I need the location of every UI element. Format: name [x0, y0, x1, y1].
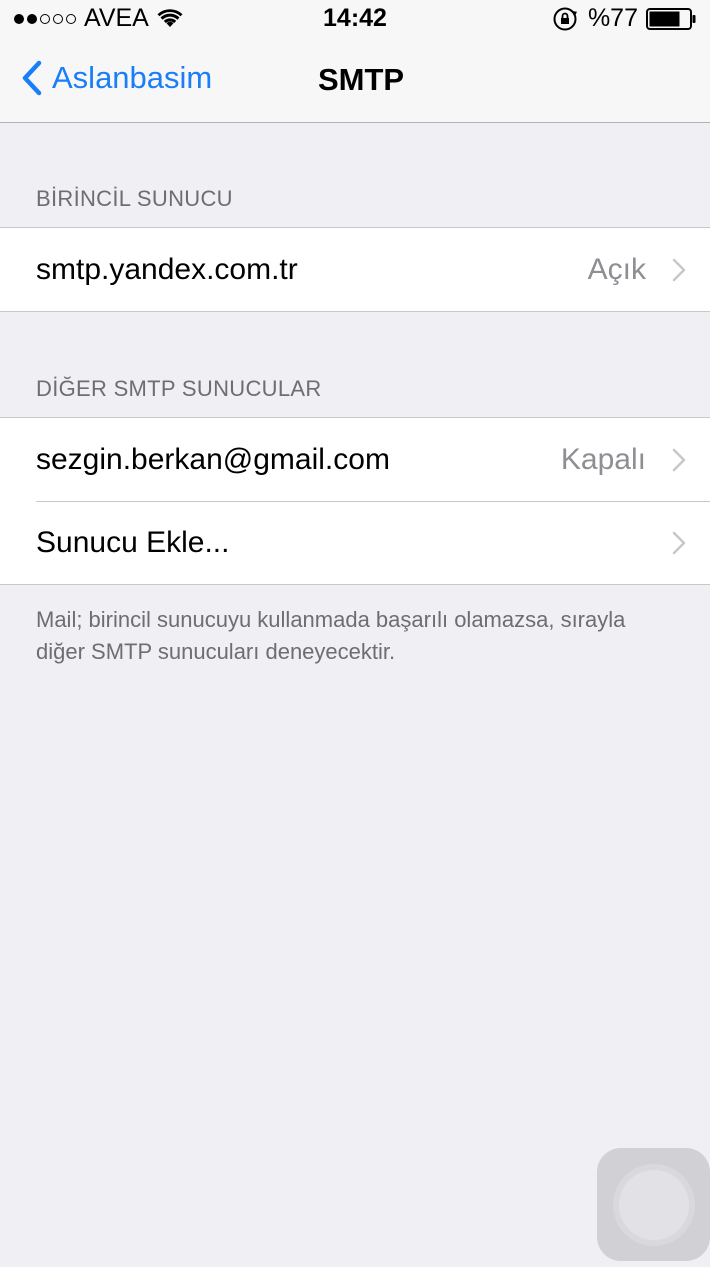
row-label: Sunucu Ekle... [36, 525, 230, 559]
status-right: %77 [552, 4, 696, 33]
section-header-primary: BİRİNCİL SUNUCU [36, 186, 233, 211]
chevron-right-icon [672, 258, 686, 281]
row-status: Açık [587, 252, 646, 286]
chevron-right-icon [672, 448, 686, 471]
navigation-bar: Aslanbasim SMTP [0, 40, 710, 123]
battery-icon [646, 7, 696, 30]
status-bar: AVEA 14:42 %77 [0, 0, 710, 40]
primary-server-row[interactable]: smtp.yandex.com.tr Açık [0, 228, 710, 311]
other-server-row[interactable]: sezgin.berkan@gmail.com Kapalı [0, 418, 710, 501]
primary-server-group: smtp.yandex.com.tr Açık [0, 227, 710, 312]
chevron-right-icon [672, 531, 686, 554]
back-label: Aslanbasim [52, 60, 213, 95]
row-label: smtp.yandex.com.tr [36, 252, 298, 286]
other-servers-group: sezgin.berkan@gmail.com Kapalı Sunucu Ek… [0, 417, 710, 585]
back-chevron-icon [22, 60, 42, 96]
back-button[interactable]: Aslanbasim [20, 60, 212, 96]
footer-note: Mail; birincil sunucuyu kullanmada başar… [36, 607, 626, 664]
assistive-touch-icon [619, 1170, 689, 1240]
add-server-row[interactable]: Sunucu Ekle... [0, 501, 710, 584]
assistive-touch-button[interactable] [597, 1148, 710, 1261]
battery-percent: %77 [587, 4, 638, 32]
row-label: sezgin.berkan@gmail.com [36, 442, 390, 476]
section-header-other: DİĞER SMTP SUNUCULAR [36, 376, 322, 401]
row-status: Kapalı [560, 442, 646, 476]
orientation-lock-icon [553, 7, 577, 30]
page-title: SMTP [318, 62, 405, 97]
